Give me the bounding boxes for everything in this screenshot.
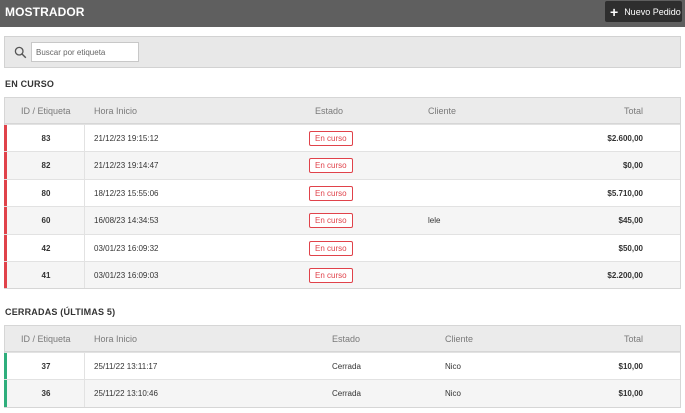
search-input[interactable] xyxy=(31,42,139,62)
order-id: 42 xyxy=(41,243,51,253)
order-id: 36 xyxy=(41,389,51,399)
column-divider xyxy=(84,261,85,289)
start-time: 03/01/23 16:09:03 xyxy=(94,270,159,280)
order-total: $10,00 xyxy=(618,362,643,371)
table-row[interactable]: 36 25/11/22 13:10:46 Cerrada Nico $10,00 xyxy=(4,379,680,407)
search-icon xyxy=(14,46,27,59)
open-section-title: EN CURSO xyxy=(5,79,55,89)
plus-icon: + xyxy=(610,3,619,20)
client-name: lele xyxy=(428,216,441,226)
closed-section-title: CERRADAS (ÚLTIMAS 5) xyxy=(5,307,116,317)
new-order-label: Nuevo Pedido xyxy=(624,6,681,17)
row-status-bar xyxy=(4,152,7,179)
column-divider xyxy=(84,207,85,234)
status-badge: En curso xyxy=(309,131,353,146)
top-bar: MOSTRADOR + Nuevo Pedido xyxy=(0,0,685,27)
table-header: ID / Etiqueta Hora Inicio Estado Cliente… xyxy=(5,326,680,352)
start-time: 25/11/22 13:11:17 xyxy=(94,362,158,371)
col-id: ID / Etiqueta xyxy=(21,106,71,116)
open-orders-table: ID / Etiqueta Hora Inicio Estado Cliente… xyxy=(4,97,681,290)
row-status-bar xyxy=(4,353,7,380)
table-row[interactable]: 82 21/12/23 19:14:47 En curso $0,00 xyxy=(4,151,680,179)
status-badge: En curso xyxy=(309,240,353,256)
table-row[interactable]: 41 03/01/23 16:09:03 En curso $2.200,00 xyxy=(4,260,680,289)
status-badge: En curso xyxy=(309,213,353,229)
order-total: $10,00 xyxy=(618,389,643,399)
search-bar xyxy=(4,36,681,68)
row-status-bar xyxy=(4,207,7,234)
order-id: 82 xyxy=(41,161,51,171)
start-time: 18/12/23 15:55:06 xyxy=(94,188,159,198)
client-name: Nico xyxy=(445,362,462,371)
order-id: 41 xyxy=(41,270,51,280)
col-total: Total xyxy=(623,106,643,116)
col-client: Cliente xyxy=(445,334,474,344)
new-order-button[interactable]: + Nuevo Pedido xyxy=(605,1,682,22)
row-status-bar xyxy=(4,179,7,207)
start-time: 25/11/22 13:10:46 xyxy=(94,389,158,399)
table-row[interactable]: 37 25/11/22 13:11:17 Cerrada Nico $10,00 xyxy=(4,352,680,380)
order-total: $0,00 xyxy=(622,161,643,171)
start-time: 16/08/23 14:34:53 xyxy=(94,216,159,226)
col-client: Cliente xyxy=(428,106,457,116)
start-time: 03/01/23 16:09:32 xyxy=(94,243,159,253)
order-total: $45,00 xyxy=(618,216,643,226)
order-total: $2.200,00 xyxy=(607,270,643,280)
table-row[interactable]: 80 18/12/23 15:55:06 En curso $5.710,00 xyxy=(4,178,680,207)
order-total: $5.710,00 xyxy=(607,188,643,198)
table-row[interactable]: 83 21/12/23 19:15:12 En curso $2.600,00 xyxy=(4,124,680,152)
row-status-bar xyxy=(4,380,7,407)
col-status: Estado xyxy=(315,106,344,116)
column-divider xyxy=(84,179,85,207)
column-divider xyxy=(84,380,85,407)
client-name: Nico xyxy=(445,389,462,399)
order-total: $2.600,00 xyxy=(607,134,643,143)
col-status: Estado xyxy=(332,334,361,344)
table-row[interactable]: 60 16/08/23 14:34:53 En curso lele $45,00 xyxy=(4,206,680,234)
order-total: $50,00 xyxy=(618,243,643,253)
col-total: Total xyxy=(623,334,643,344)
order-id: 80 xyxy=(41,188,51,198)
start-time: 21/12/23 19:14:47 xyxy=(94,161,159,171)
order-id: 60 xyxy=(41,216,51,226)
row-status-bar xyxy=(4,125,7,152)
status-badge: En curso xyxy=(309,267,353,283)
status-badge: En curso xyxy=(309,185,353,201)
column-divider xyxy=(84,125,85,152)
page-title: MOSTRADOR xyxy=(5,5,85,19)
order-id: 37 xyxy=(41,362,51,371)
column-divider xyxy=(84,234,85,261)
column-divider xyxy=(84,353,85,380)
table-row[interactable]: 42 03/01/23 16:09:32 En curso $50,00 xyxy=(4,233,680,261)
col-id: ID / Etiqueta xyxy=(21,334,71,344)
row-status-bar xyxy=(4,261,7,289)
col-start: Hora Inicio xyxy=(94,106,138,116)
start-time: 21/12/23 19:15:12 xyxy=(94,134,159,143)
status-text: Cerrada xyxy=(332,362,361,371)
row-status-bar xyxy=(4,234,7,261)
status-badge: En curso xyxy=(309,158,353,174)
column-divider xyxy=(84,152,85,179)
table-header: ID / Etiqueta Hora Inicio Estado Cliente… xyxy=(5,98,680,124)
order-id: 83 xyxy=(41,134,51,143)
closed-orders-table: ID / Etiqueta Hora Inicio Estado Cliente… xyxy=(4,325,681,408)
status-text: Cerrada xyxy=(332,389,361,399)
col-start: Hora Inicio xyxy=(94,334,138,344)
